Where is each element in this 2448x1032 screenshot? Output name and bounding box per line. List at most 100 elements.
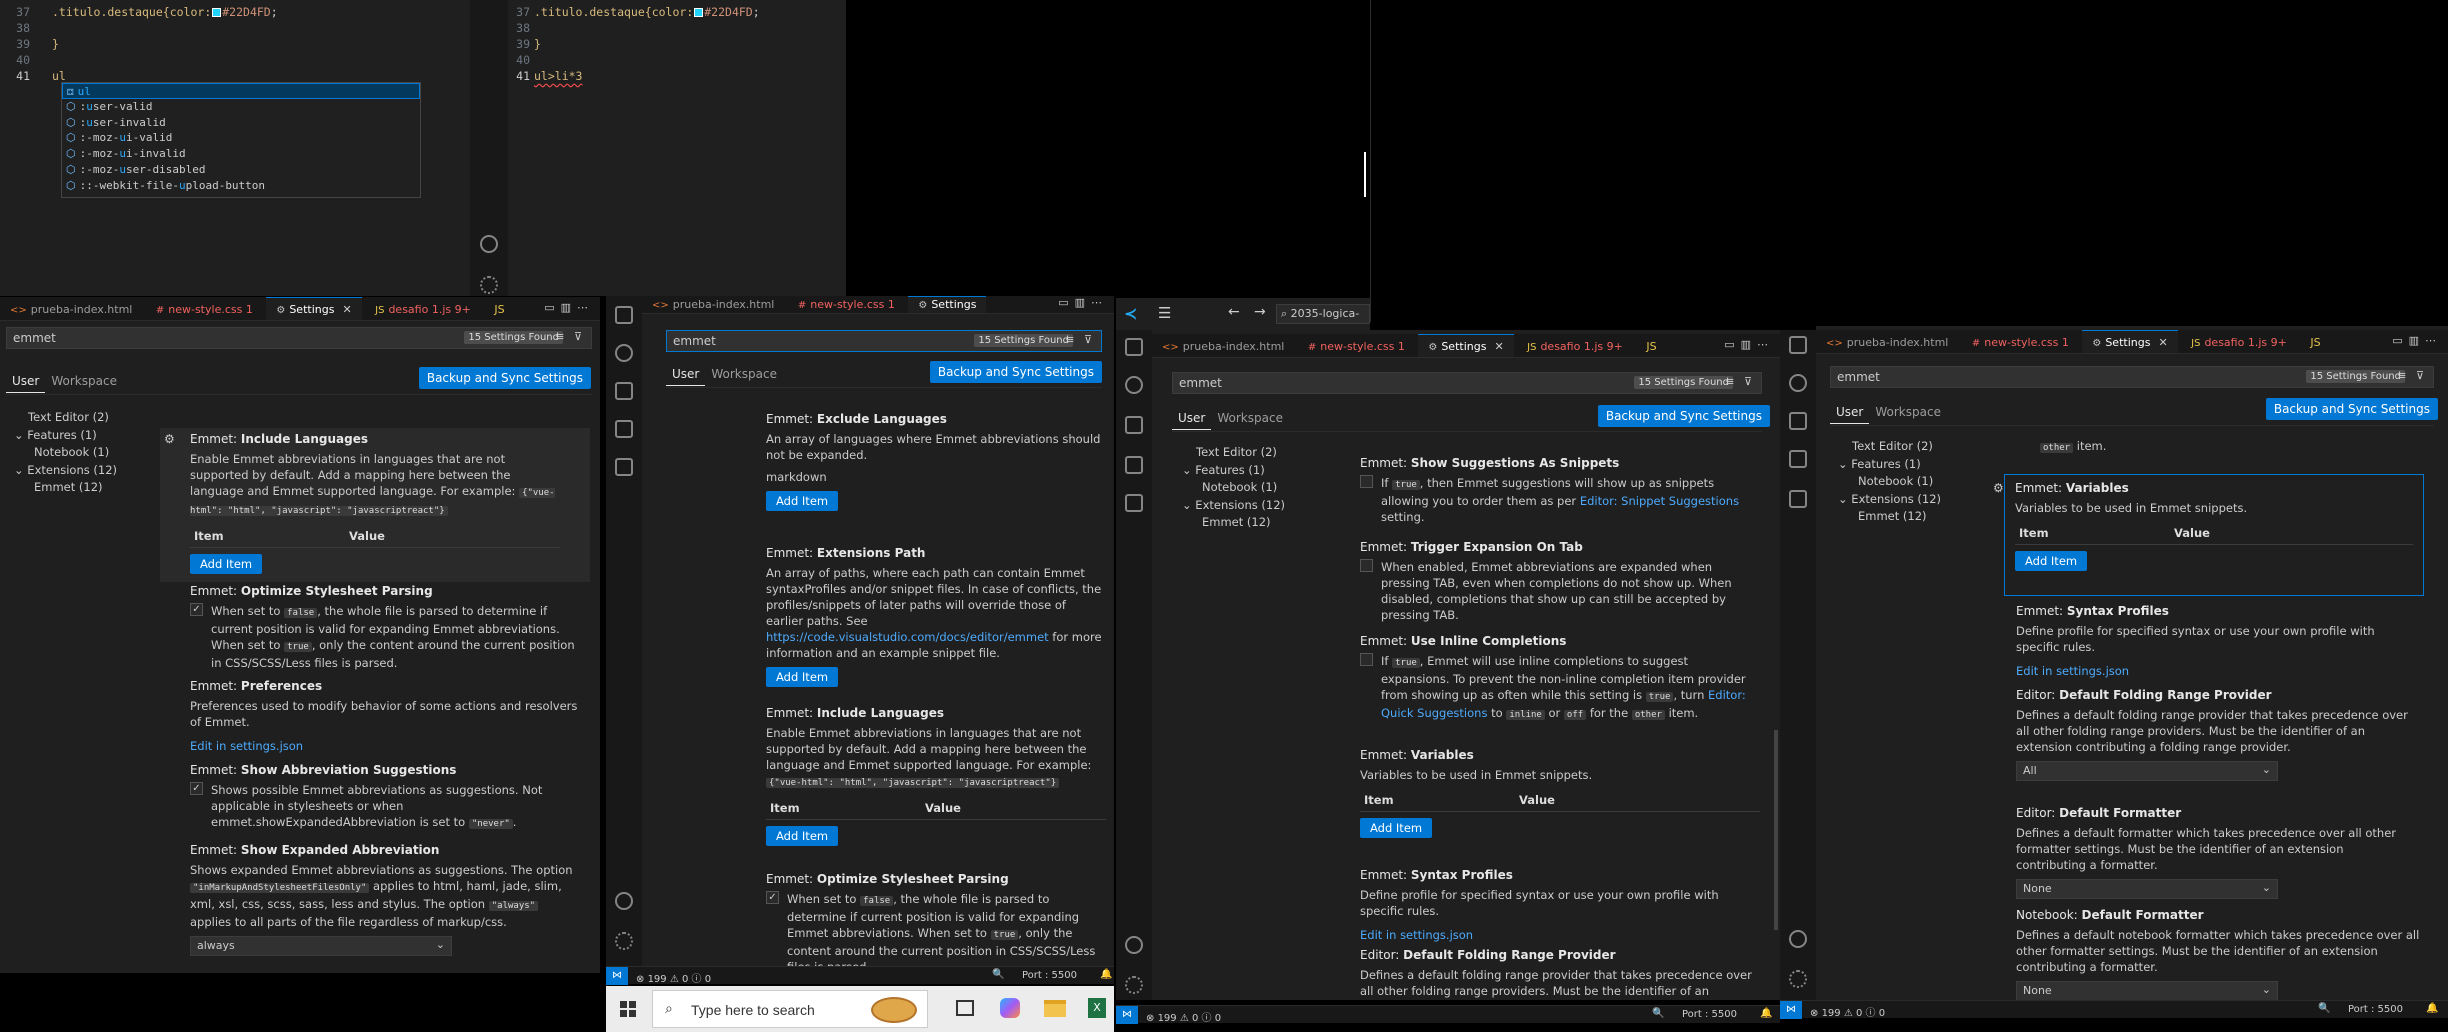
checkbox-checked[interactable]: ✓ xyxy=(766,891,779,904)
add-item-button[interactable]: Add Item xyxy=(766,667,839,687)
source-control-icon[interactable] xyxy=(1125,416,1143,434)
back-arrow-icon[interactable]: ← xyxy=(1228,304,1240,320)
tab-desafio[interactable]: JS desafio 1.js 9+ xyxy=(2181,331,2297,353)
settings-search-input[interactable]: emmet 15 Settings Found ≡ ⊽ xyxy=(6,327,592,349)
tab-desafio[interactable]: JS desafio 1.js 9+ xyxy=(365,298,481,320)
setting-include-languages[interactable]: ⚙ Emmet: Include Languages Enable Emmet … xyxy=(160,428,590,582)
windows-start-icon[interactable] xyxy=(620,1001,636,1017)
toc-notebook[interactable]: Notebook (1) xyxy=(1838,473,1941,491)
gear-icon[interactable]: ⚙ xyxy=(164,432,175,446)
live-server-port[interactable]: Port : 5500 xyxy=(1022,970,1077,981)
run-debug-icon[interactable] xyxy=(1125,456,1143,474)
edit-in-settings-json-link[interactable]: Edit in settings.json xyxy=(1360,927,1760,943)
expanded-abbreviation-select[interactable]: always ⌄ xyxy=(190,936,452,956)
toc-emmet[interactable]: Emmet (12) xyxy=(1182,514,1285,532)
explorer-icon[interactable] xyxy=(1125,338,1143,356)
backup-sync-button[interactable]: Backup and Sync Settings xyxy=(418,367,591,389)
source-control-icon[interactable] xyxy=(615,382,633,400)
explorer-icon[interactable] xyxy=(1789,336,1807,354)
tab-user[interactable]: User xyxy=(6,369,46,393)
tab-js[interactable]: JS xyxy=(484,298,514,320)
editor-actions[interactable]: ▭▥⋯ xyxy=(544,301,594,314)
list-item[interactable]: markdown xyxy=(766,469,1106,485)
tab-js[interactable]: JS xyxy=(1636,335,1666,357)
toc-emmet[interactable]: Emmet (12) xyxy=(1838,508,1941,526)
tab-workspace[interactable]: Workspace xyxy=(705,362,783,385)
account-icon[interactable] xyxy=(1789,930,1807,948)
tab-js[interactable]: JS xyxy=(2300,331,2330,353)
edit-in-settings-json-link[interactable]: Edit in settings.json xyxy=(190,738,580,754)
suggestion-item[interactable]: ⬡:-moz-user-disabled xyxy=(62,162,420,178)
manage-gear-icon[interactable] xyxy=(615,932,633,950)
tab-new-style[interactable]: # new-style.css 1 xyxy=(788,297,905,313)
backup-sync-button[interactable]: Backup and Sync Settings xyxy=(929,361,1102,383)
checkbox-unchecked[interactable] xyxy=(1360,653,1373,666)
toc-text-editor[interactable]: Text Editor (2) xyxy=(1838,438,1941,456)
menu-icon[interactable]: ☰ xyxy=(1158,304,1171,322)
tab-workspace[interactable]: Workspace xyxy=(1869,400,1947,423)
extensions-icon[interactable] xyxy=(1789,490,1807,508)
account-icon[interactable] xyxy=(480,235,498,253)
add-item-button[interactable]: Add Item xyxy=(190,554,263,574)
folding-provider-select[interactable]: All ⌄ xyxy=(2016,761,2278,781)
explorer-icon[interactable] xyxy=(615,306,633,324)
edit-in-settings-json-link[interactable]: Edit in settings.json xyxy=(2016,663,2416,679)
tab-workspace[interactable]: Workspace xyxy=(45,369,123,392)
toc-text-editor[interactable]: Text Editor (2) xyxy=(14,409,117,427)
suggestion-item[interactable]: ⬡:-moz-ui-valid xyxy=(62,130,420,146)
code-lines[interactable]: .titulo.destaque{color: #22D4FD; } ul xyxy=(52,4,452,84)
add-item-button[interactable]: Add Item xyxy=(766,491,839,511)
toc-notebook[interactable]: Notebook (1) xyxy=(14,444,117,462)
zoom-icon[interactable]: 🔍 xyxy=(1652,1008,1664,1019)
tab-settings[interactable]: ⚙ Settings ✕ xyxy=(2082,330,2178,353)
live-server-port[interactable]: Port : 5500 xyxy=(1682,1009,1737,1020)
command-center[interactable]: ⌕ 2035-logica- xyxy=(1276,304,1370,324)
default-formatter-select[interactable]: None ⌄ xyxy=(2016,879,2278,899)
toc-notebook[interactable]: Notebook (1) xyxy=(1182,479,1285,497)
setting-variables[interactable]: ⚙ Emmet: Variables Variables to be used … xyxy=(1993,474,2424,596)
tab-settings[interactable]: ⚙ Settings xyxy=(908,296,987,313)
excel-icon[interactable]: X xyxy=(1088,998,1106,1018)
suggestion-list[interactable]: ⚃ ul ⬡:user-valid ⬡:user-invalid ⬡:-moz-u… xyxy=(61,82,421,198)
suggestion-item[interactable]: ⚃ ul xyxy=(62,83,420,99)
tab-user[interactable]: User xyxy=(1172,406,1212,430)
notebook-formatter-select[interactable]: None ⌄ xyxy=(2016,981,2278,1001)
tab-user[interactable]: User xyxy=(1830,400,1870,424)
zoom-icon[interactable]: 🔍 xyxy=(992,969,1004,980)
manage-gear-icon[interactable] xyxy=(1125,976,1143,994)
backup-sync-button[interactable]: Backup and Sync Settings xyxy=(2265,398,2438,420)
tab-settings[interactable]: ⚙ Settings ✕ xyxy=(1418,334,1514,357)
toc-text-editor[interactable]: Text Editor (2) xyxy=(1182,444,1285,462)
tab-user[interactable]: User xyxy=(666,362,706,386)
toc-features[interactable]: ⌄ Features (1) xyxy=(1182,462,1285,480)
scrollbar-thumb[interactable] xyxy=(1774,730,1778,930)
account-icon[interactable] xyxy=(1125,936,1143,954)
backup-sync-button[interactable]: Backup and Sync Settings xyxy=(1597,405,1770,427)
suggestion-item[interactable]: ⬡:user-invalid xyxy=(62,115,420,131)
source-control-icon[interactable] xyxy=(1789,412,1807,430)
tab-new-style[interactable]: # new-style.css 1 xyxy=(146,298,263,320)
gear-icon[interactable]: ⚙ xyxy=(1993,481,2004,495)
remote-icon[interactable]: ⋈ xyxy=(606,967,628,985)
editor-actions[interactable]: ▭▥⋯ xyxy=(2392,334,2442,347)
bell-icon[interactable]: 🔔 xyxy=(1760,1008,1772,1019)
file-explorer-icon[interactable] xyxy=(1044,1000,1066,1017)
toc-emmet[interactable]: Emmet (12) xyxy=(14,479,117,497)
bell-icon[interactable]: 🔔 xyxy=(1100,969,1112,980)
toc-extensions[interactable]: ⌄ Extensions (12) xyxy=(14,462,117,480)
tab-workspace[interactable]: Workspace xyxy=(1211,406,1289,429)
tab-prueba-index[interactable]: <> prueba-index.html xyxy=(1152,335,1294,357)
settings-search-input[interactable]: emmet 15 Settings Found ≡ ⊽ xyxy=(1172,372,1762,394)
manage-gear-icon[interactable] xyxy=(1789,970,1807,988)
checkbox-unchecked[interactable] xyxy=(1360,475,1373,488)
checkbox-checked[interactable]: ✓ xyxy=(190,603,203,616)
add-item-button[interactable]: Add Item xyxy=(2015,551,2088,571)
close-icon[interactable]: ✕ xyxy=(2158,336,2167,349)
extensions-icon[interactable] xyxy=(1125,494,1143,512)
snippet-suggestions-link[interactable]: Editor: Snippet Suggestions xyxy=(1580,494,1739,508)
bell-icon[interactable]: 🔔 xyxy=(2426,1003,2438,1014)
tab-desafio[interactable]: JS desafio 1.js 9+ xyxy=(1517,335,1633,357)
tab-new-style[interactable]: # new-style.css 1 xyxy=(1298,335,1415,357)
manage-gear-icon[interactable] xyxy=(480,276,498,294)
problems-count[interactable]: ⊗ 199 ⚠ 0 ⓘ 0 xyxy=(1810,1004,1885,1019)
